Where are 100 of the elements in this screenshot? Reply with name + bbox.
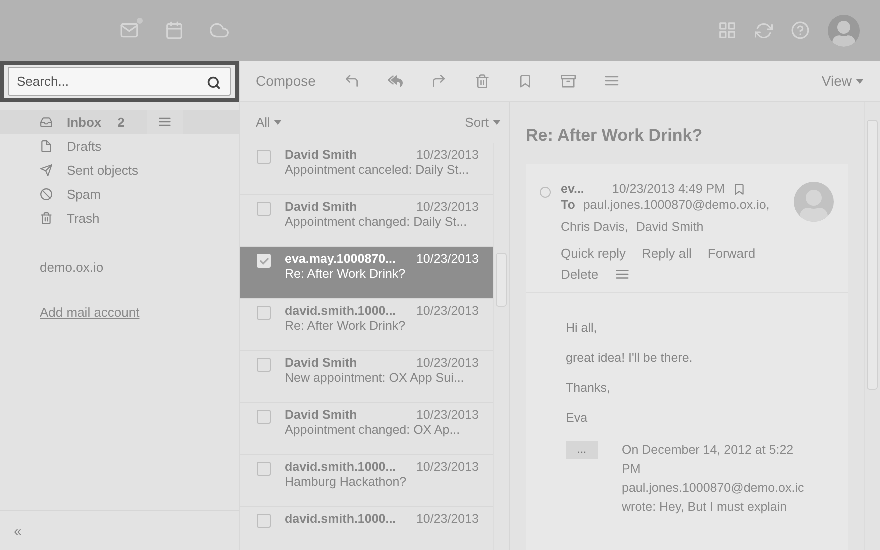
folder-item[interactable]: Drafts <box>0 134 239 158</box>
message-action[interactable]: Quick reply <box>561 246 626 261</box>
message-date: 10/23/2013 <box>416 512 479 526</box>
bookmark-icon[interactable] <box>733 182 746 196</box>
message-sender: David Smith <box>285 356 358 370</box>
sender-avatar <box>794 182 834 222</box>
message-sender: david.smith.1000... <box>285 512 396 526</box>
message-subject: New appointment: OX App Sui... <box>285 371 466 385</box>
message-paragraph: great idea! I'll be there. <box>566 351 694 365</box>
message-paragraph: Eva <box>566 411 589 425</box>
check-icon <box>260 256 268 266</box>
message-subject: Hamburg Hackathon? <box>285 475 408 489</box>
forward-icon[interactable] <box>430 73 447 89</box>
user-avatar[interactable] <box>828 14 860 46</box>
show-quote-button[interactable]: ... <box>566 441 598 459</box>
refresh-icon[interactable] <box>755 22 773 40</box>
caret-icon <box>274 120 282 125</box>
caret-icon <box>493 120 501 125</box>
message-action[interactable]: Reply all <box>642 246 692 261</box>
message-checkbox[interactable] <box>257 514 271 528</box>
sort-dropdown[interactable]: Sort <box>465 115 501 130</box>
quoted-text: On December 14, 2012 at 5:22 PM paul.jones.1000870@demo.ox.ic wrote: Hey, But I must explain <box>622 442 806 516</box>
add-account-link[interactable]: Add mail account <box>40 305 140 320</box>
inbox-icon <box>40 116 53 128</box>
archive-icon[interactable] <box>560 74 576 88</box>
message-date: 10/23/2013 <box>416 408 479 422</box>
search-field[interactable]: Search... <box>8 67 231 96</box>
folder-item[interactable]: Inbox 2 <box>0 110 239 134</box>
message-row[interactable]: David Smith 10/23/2013 Appointment changed: OX Ap... <box>240 403 493 455</box>
message-subject: Re: After Work Drink? <box>285 319 407 333</box>
trash-icon <box>40 212 53 224</box>
folder-label: Trash <box>67 210 100 226</box>
message-checkbox[interactable] <box>257 462 271 476</box>
message-sender: David Smith <box>285 200 358 214</box>
message-checkbox[interactable] <box>257 150 271 164</box>
sender-name: ev... <box>561 182 584 196</box>
message-sender: David Smith <box>285 408 358 422</box>
folder-label: Spam <box>67 186 101 202</box>
message-row[interactable]: david.smith.1000... 10/23/2013 <box>240 507 493 550</box>
message-subject: Appointment changed: Daily St... <box>285 215 468 229</box>
message-datetime: 10/23/2013 4:49 PM <box>612 182 725 196</box>
reply-all-icon[interactable] <box>388 74 403 88</box>
message-row[interactable]: eva.may.1000870... 10/23/2013 Re: After Work Drink? <box>240 247 493 299</box>
message-action[interactable]: Delete <box>561 267 599 282</box>
detail-scrollbar[interactable] <box>864 102 880 550</box>
to-label: To <box>561 198 576 212</box>
message-date: 10/23/2013 <box>416 252 479 266</box>
recipient[interactable]: Chris Davis, <box>561 220 628 234</box>
message-sender: David Smith <box>285 148 358 162</box>
folder-item[interactable]: Spam <box>0 182 239 206</box>
message-date: 10/23/2013 <box>416 304 479 318</box>
folder-item[interactable]: Trash <box>0 206 239 230</box>
spam-icon <box>40 188 53 200</box>
folder-label: Sent objects <box>67 162 139 178</box>
sent-icon <box>40 164 53 176</box>
reply-icon[interactable] <box>344 73 360 89</box>
message-subject: Appointment canceled: Daily St... <box>285 163 470 177</box>
message-subject: Appointment changed: OX Ap... <box>285 423 462 437</box>
grid-icon[interactable] <box>718 21 737 40</box>
filter-dropdown[interactable]: All <box>256 115 282 130</box>
folder-label: Drafts <box>67 138 102 154</box>
message-checkbox[interactable] <box>257 306 271 320</box>
folder-menu-icon[interactable] <box>146 110 183 134</box>
message-checkbox[interactable] <box>257 410 271 424</box>
menu-icon[interactable] <box>614 267 630 282</box>
message-sender: david.smith.1000... <box>285 460 396 474</box>
message-action[interactable]: Forward <box>708 246 756 261</box>
caret-icon <box>856 78 864 84</box>
message-date: 10/23/2013 <box>416 148 479 162</box>
help-icon[interactable] <box>791 21 810 40</box>
message-row[interactable]: david.smith.1000... 10/23/2013 Re: After Work Drink? <box>240 299 493 351</box>
view-dropdown[interactable]: View <box>822 73 864 89</box>
delete-icon[interactable] <box>474 74 490 88</box>
message-date: 10/23/2013 <box>416 356 479 370</box>
list-scrollbar[interactable] <box>493 143 509 550</box>
message-date: 10/23/2013 <box>416 460 479 474</box>
cloud-icon[interactable] <box>210 21 229 40</box>
folder-label: Inbox <box>67 114 102 130</box>
unread-count: 2 <box>118 114 125 130</box>
message-title: Re: After Work Drink? <box>526 126 704 146</box>
message-row[interactable]: David Smith 10/23/2013 New appointment: OX App Sui... <box>240 351 493 403</box>
drafts-icon <box>40 140 53 152</box>
recipient[interactable]: David Smith <box>636 220 704 234</box>
message-checkbox[interactable] <box>257 202 271 216</box>
folder-item[interactable]: Sent objects <box>0 158 239 182</box>
collapse-toggle[interactable]: « <box>14 522 22 538</box>
search-icon[interactable] <box>207 76 221 90</box>
message-paragraph: Hi all, <box>566 321 598 335</box>
message-date: 10/23/2013 <box>416 200 479 214</box>
unread-indicator[interactable] <box>540 187 551 198</box>
message-subject: Re: After Work Drink? <box>285 267 407 281</box>
message-row[interactable]: David Smith 10/23/2013 Appointment canceled: Daily St... <box>240 143 493 195</box>
compose-button[interactable]: Compose <box>256 73 316 89</box>
message-sender: eva.may.1000870... <box>285 252 396 266</box>
account-name: demo.ox.io <box>39 259 105 275</box>
message-row[interactable]: david.smith.1000... 10/23/2013 Hamburg Hackathon? <box>240 455 493 507</box>
bookmark-icon[interactable] <box>518 74 533 88</box>
recipient[interactable]: paul.jones.1000870@demo.ox.io, <box>583 198 770 212</box>
calendar-icon[interactable] <box>165 21 184 40</box>
message-checkbox[interactable] <box>257 358 271 372</box>
